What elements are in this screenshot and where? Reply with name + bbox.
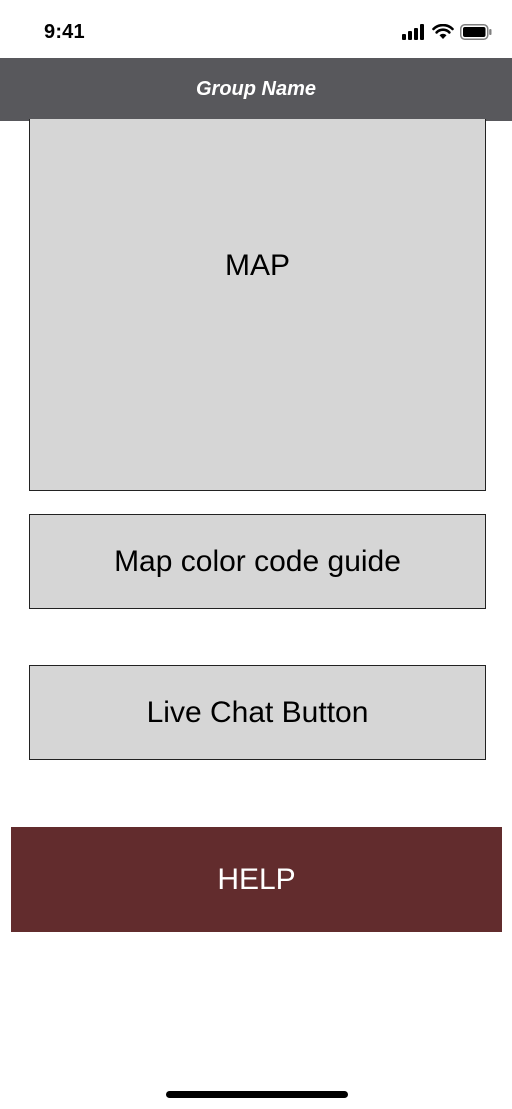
help-button[interactable]: HELP [11, 827, 502, 932]
help-button-label: HELP [217, 862, 296, 896]
group-name-title: Group Name [195, 78, 317, 100]
map-view[interactable]: MAP [29, 119, 486, 491]
live-chat-button[interactable]: Live Chat Button [29, 665, 486, 760]
live-chat-button-label: Live Chat Button [146, 695, 369, 729]
header-bar: Group Name [0, 58, 512, 121]
status-time: 9:41 [44, 21, 85, 43]
status-bar: 9:41 [0, 0, 512, 58]
map-color-code-guide[interactable]: Map color code guide [29, 514, 486, 609]
map-color-code-guide-label: Map color code guide [114, 544, 401, 578]
status-icons [402, 21, 492, 43]
battery-icon [460, 24, 492, 40]
home-indicator[interactable] [166, 1091, 348, 1098]
cellular-signal-icon [402, 24, 424, 40]
wifi-icon [432, 24, 454, 39]
map-label: MAP [224, 249, 290, 282]
